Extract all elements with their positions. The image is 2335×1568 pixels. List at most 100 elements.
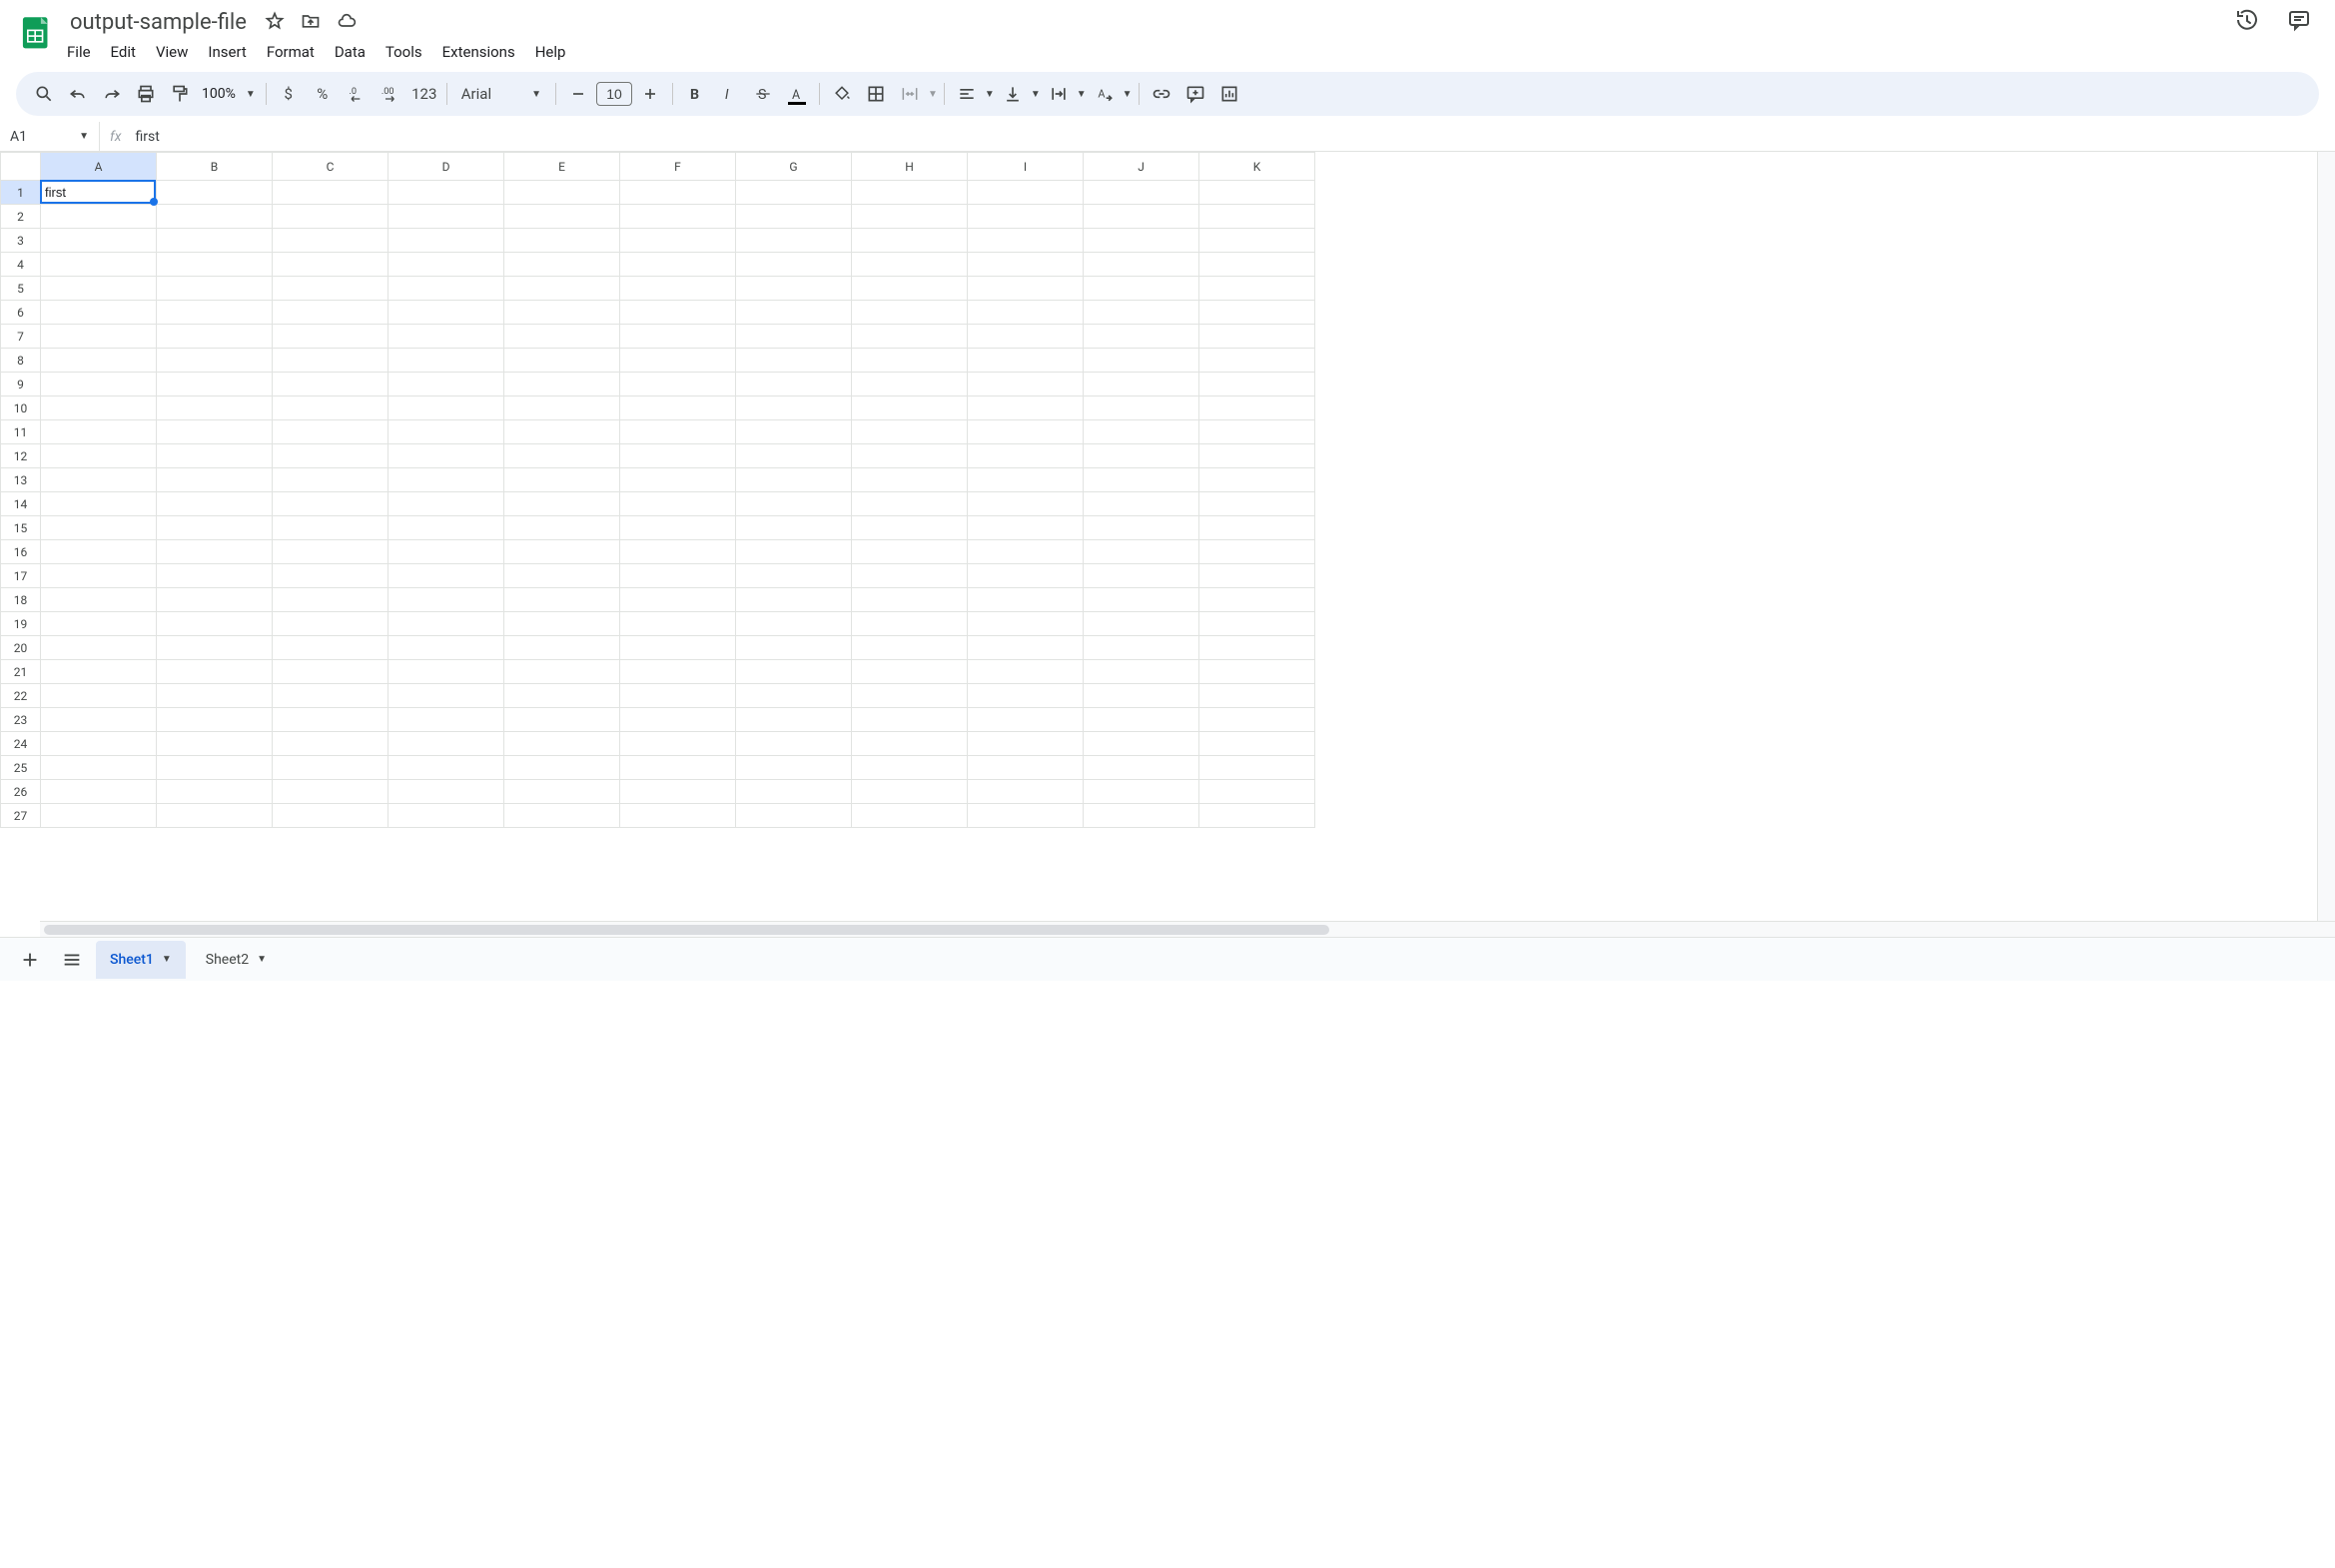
sheet-tab-sheet1[interactable]: Sheet1 ▼ [96, 941, 186, 979]
cell[interactable] [504, 540, 620, 564]
cell[interactable] [736, 468, 852, 492]
cell[interactable] [504, 564, 620, 588]
cell[interactable] [968, 588, 1084, 612]
caret-down-icon[interactable]: ▼ [257, 954, 267, 965]
caret-down-icon[interactable]: ▼ [928, 89, 938, 100]
cell[interactable] [157, 325, 273, 349]
cell[interactable] [968, 181, 1084, 205]
cell[interactable] [41, 588, 157, 612]
decrease-font-icon[interactable] [562, 79, 594, 109]
cell[interactable] [968, 756, 1084, 780]
cell[interactable] [1199, 684, 1315, 708]
cell[interactable] [157, 181, 273, 205]
cell[interactable] [852, 540, 968, 564]
cell[interactable] [968, 660, 1084, 684]
column-header[interactable]: G [736, 153, 852, 181]
cell[interactable] [389, 325, 504, 349]
cell[interactable] [1084, 564, 1199, 588]
cell[interactable] [389, 229, 504, 253]
cell[interactable] [1084, 349, 1199, 373]
cell[interactable] [968, 804, 1084, 828]
cell[interactable] [852, 708, 968, 732]
cell[interactable] [389, 516, 504, 540]
cell[interactable] [273, 804, 389, 828]
cell[interactable] [389, 205, 504, 229]
cell[interactable] [157, 492, 273, 516]
cell[interactable] [852, 373, 968, 396]
cell[interactable] [273, 301, 389, 325]
cell[interactable] [157, 444, 273, 468]
cell[interactable] [1084, 181, 1199, 205]
cell[interactable] [41, 636, 157, 660]
cell[interactable] [852, 325, 968, 349]
font-size-input[interactable] [596, 82, 632, 106]
caret-down-icon[interactable]: ▼ [1031, 89, 1041, 100]
cell[interactable] [41, 540, 157, 564]
cell[interactable] [1199, 325, 1315, 349]
cell[interactable] [389, 373, 504, 396]
cell[interactable] [157, 732, 273, 756]
cell[interactable] [1084, 373, 1199, 396]
cell[interactable] [736, 444, 852, 468]
number-format-button[interactable]: 123 [408, 79, 440, 109]
row-header[interactable]: 10 [1, 396, 41, 420]
paint-format-icon[interactable] [164, 79, 196, 109]
cell[interactable] [1199, 588, 1315, 612]
cell[interactable] [157, 708, 273, 732]
cell[interactable] [41, 301, 157, 325]
cell[interactable] [620, 229, 736, 253]
cell[interactable] [968, 708, 1084, 732]
cell[interactable] [736, 756, 852, 780]
cell[interactable] [41, 732, 157, 756]
menu-insert[interactable]: Insert [199, 39, 255, 65]
cell[interactable] [273, 540, 389, 564]
cell[interactable] [736, 684, 852, 708]
cell[interactable] [1199, 708, 1315, 732]
cell[interactable] [157, 612, 273, 636]
cell[interactable] [273, 349, 389, 373]
cell[interactable] [736, 492, 852, 516]
cell[interactable] [620, 540, 736, 564]
cell[interactable] [1199, 564, 1315, 588]
search-icon[interactable] [28, 79, 60, 109]
cell[interactable] [852, 732, 968, 756]
cell[interactable] [1084, 780, 1199, 804]
cell[interactable] [1084, 540, 1199, 564]
cell[interactable] [736, 516, 852, 540]
history-icon[interactable] [2235, 8, 2259, 36]
cell[interactable] [41, 516, 157, 540]
cell[interactable] [968, 732, 1084, 756]
row-header[interactable]: 13 [1, 468, 41, 492]
cell[interactable] [273, 205, 389, 229]
cell[interactable] [273, 468, 389, 492]
row-header[interactable]: 16 [1, 540, 41, 564]
cell[interactable] [504, 420, 620, 444]
cell[interactable] [736, 205, 852, 229]
cell[interactable] [41, 804, 157, 828]
cell[interactable] [41, 325, 157, 349]
cell[interactable] [620, 756, 736, 780]
cell[interactable] [736, 396, 852, 420]
sheet-tab-sheet2[interactable]: Sheet2 ▼ [192, 941, 281, 979]
insert-comment-icon[interactable] [1179, 79, 1211, 109]
cell[interactable] [620, 684, 736, 708]
cell[interactable] [620, 444, 736, 468]
cell[interactable] [389, 181, 504, 205]
cell[interactable] [852, 684, 968, 708]
cell[interactable] [968, 564, 1084, 588]
cell[interactable] [1199, 181, 1315, 205]
zoom-select[interactable]: 100% ▼ [198, 86, 260, 102]
cell[interactable] [1084, 253, 1199, 277]
caret-down-icon[interactable]: ▼ [985, 89, 995, 100]
cell[interactable] [389, 780, 504, 804]
cell[interactable] [504, 325, 620, 349]
cell[interactable] [504, 708, 620, 732]
cell[interactable] [273, 373, 389, 396]
cell[interactable] [504, 444, 620, 468]
cell[interactable] [41, 564, 157, 588]
row-header[interactable]: 17 [1, 564, 41, 588]
cell[interactable] [273, 229, 389, 253]
row-header[interactable]: 23 [1, 708, 41, 732]
cell[interactable] [968, 684, 1084, 708]
cell[interactable] [736, 732, 852, 756]
